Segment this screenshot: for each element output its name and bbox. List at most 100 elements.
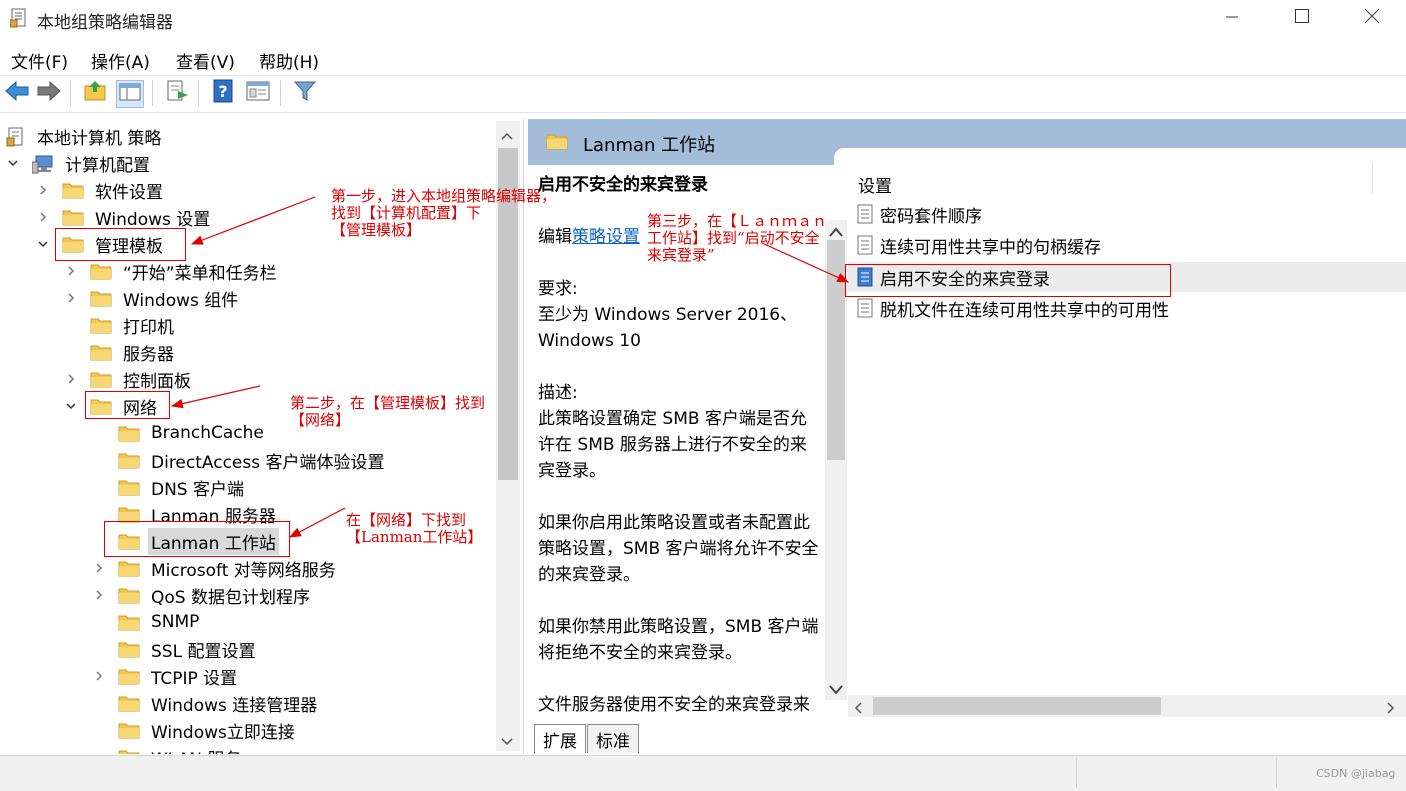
computer-icon [31, 154, 54, 174]
tree-item-windows-components[interactable]: Windows 组件 [64, 285, 241, 311]
annotation-line: 第一步，进入本地组策略编辑器， [331, 187, 557, 205]
tree-item-microsoft-p2p[interactable]: Microsoft 对等网络服务 [92, 555, 339, 581]
tree-item-dns-client[interactable]: DNS 客户端 [92, 474, 247, 500]
description-block: 描述: 此策略设置确定 SMB 客户端是否允许在 SMB 服务器上进行不安全的来宾… [538, 380, 823, 484]
menu-file[interactable]: 文件(F) [11, 48, 68, 73]
toolbar-separator [70, 80, 71, 106]
scroll-up-icon[interactable] [500, 126, 514, 145]
tree-label: DirectAccess 客户端体验设置 [151, 452, 385, 473]
chevron-right-icon[interactable] [92, 588, 106, 602]
properties-button[interactable] [245, 80, 271, 106]
tree-label: 打印机 [123, 317, 174, 338]
folder-icon [62, 208, 84, 226]
tree-item-root[interactable]: 本地计算机 策略 [6, 123, 164, 149]
tree-item-printers[interactable]: 打印机 [64, 312, 177, 338]
forward-button[interactable] [36, 80, 62, 106]
annotation-step3: 第三步，在【Ｌａｎｍａｎ 工作站】找到“启动不安全 来宾登录” [647, 213, 827, 264]
tab-standard[interactable]: 标准 [587, 724, 639, 753]
setting-row-cipher-suite[interactable]: 密码套件顺序 [856, 200, 982, 228]
help-button[interactable]: ? [210, 79, 236, 106]
tree-item-control-panel[interactable]: 控制面板 [64, 366, 194, 392]
tree-item-start-menu[interactable]: “开始”菜单和任务栏 [64, 258, 280, 284]
menu-view[interactable]: 查看(V) [176, 48, 235, 73]
chevron-right-icon[interactable] [64, 264, 78, 278]
tree-label: BranchCache [151, 423, 264, 443]
scroll-up-icon[interactable] [828, 223, 844, 242]
chevron-down-icon[interactable] [36, 237, 50, 251]
highlight-box-insecure-guest-logon [845, 264, 1171, 297]
tree-item-windows-connection-manager[interactable]: Windows 连接管理器 [92, 690, 320, 716]
scroll-down-icon[interactable] [828, 681, 844, 700]
chevron-right-icon[interactable] [92, 561, 106, 575]
minimize-button[interactable] [1197, 0, 1267, 36]
tree-label: 控制面板 [123, 371, 191, 392]
tree-item-qos[interactable]: QoS 数据包计划程序 [92, 582, 313, 608]
chevron-down-icon[interactable] [64, 399, 78, 413]
settings-column-header[interactable]: 设置 [858, 172, 892, 197]
tree-label: SSL 配置设置 [151, 641, 256, 662]
scroll-right-icon[interactable] [1386, 700, 1396, 719]
up-one-level-button[interactable] [82, 80, 108, 106]
show-tree-icon [119, 82, 141, 106]
export-list-button[interactable] [164, 80, 190, 106]
status-bar [0, 755, 1406, 791]
folder-icon [118, 559, 140, 577]
menu-action[interactable]: 操作(A) [91, 48, 150, 73]
setting-row-offline-files[interactable]: 脱机文件在连续可用性共享中的可用性 [856, 294, 1169, 322]
annotation-step4: 在【网络】下找到 【Lanman工作站】 [346, 512, 482, 546]
chevron-right-icon[interactable] [92, 669, 106, 683]
annotation-line: 【管理模板】 [331, 221, 422, 239]
description-scrollbar-thumb[interactable] [827, 240, 845, 460]
edit-policy-link[interactable]: 策略设置 [572, 227, 640, 247]
chevron-right-icon[interactable] [64, 372, 78, 386]
policy-setting-icon [856, 235, 874, 255]
tree-item-ssl[interactable]: SSL 配置设置 [92, 636, 258, 662]
chevron-right-icon[interactable] [36, 183, 50, 197]
minimize-icon [1225, 9, 1239, 28]
tree-item-directaccess[interactable]: DirectAccess 客户端体验设置 [92, 447, 388, 473]
tree-label: Windows立即连接 [151, 722, 295, 743]
filter-icon [293, 80, 317, 106]
menu-help[interactable]: 帮助(H) [259, 48, 319, 73]
scroll-down-icon[interactable] [500, 732, 514, 751]
annotation-line: 第二步，在【管理模板】找到 [290, 394, 486, 412]
show-hide-tree-button[interactable] [116, 80, 144, 108]
tree-item-wlan[interactable]: WLAN 服务 [92, 744, 244, 754]
description-enable: 如果你启用此策略设置或者未配置此策略设置，SMB 客户端将允许不安全的来宾登录。 [538, 513, 819, 585]
back-button[interactable] [4, 80, 30, 106]
chevron-down-icon[interactable] [6, 156, 20, 170]
tree-label: Windows 设置 [95, 209, 211, 230]
maximize-button[interactable] [1267, 0, 1337, 36]
close-icon [1364, 8, 1380, 28]
tree-label: 服务器 [123, 344, 174, 365]
close-button[interactable] [1337, 0, 1406, 36]
highlight-box-network [85, 391, 170, 419]
tree-item-tcpip[interactable]: TCPIP 设置 [92, 663, 240, 689]
tree-item-branchcache[interactable]: BranchCache [92, 420, 267, 446]
folder-icon [118, 424, 140, 442]
forward-arrow-icon [36, 80, 62, 106]
tree-item-computer-config[interactable]: 计算机配置 [6, 150, 153, 176]
tree-item-windows-settings[interactable]: Windows 设置 [36, 204, 213, 230]
folder-icon [118, 748, 140, 754]
tree-label: 计算机配置 [65, 155, 150, 176]
setting-row-handle-cache[interactable]: 连续可用性共享中的句柄缓存 [856, 231, 1101, 259]
tree-item-server[interactable]: 服务器 [64, 339, 177, 365]
chevron-right-icon[interactable] [64, 291, 78, 305]
highlight-box-lanman-workstation [104, 521, 290, 557]
setting-label: 脱机文件在连续可用性共享中的可用性 [880, 300, 1169, 321]
tree-item-snmp[interactable]: SNMP [92, 609, 202, 635]
tree-label: DNS 客户端 [151, 479, 245, 500]
folder-icon [118, 478, 140, 496]
scroll-left-icon[interactable] [853, 700, 863, 719]
title-bar [0, 0, 1406, 38]
toolbar-separator [280, 80, 281, 106]
filter-button[interactable] [292, 80, 318, 106]
tree-item-software-settings[interactable]: 软件设置 [36, 177, 166, 203]
tree-item-windows-instant-connect[interactable]: Windows立即连接 [92, 717, 298, 743]
setting-label: 连续可用性共享中的句柄缓存 [880, 237, 1101, 258]
tab-extended[interactable]: 扩展 [534, 724, 586, 753]
settings-horizontal-scrollbar-thumb[interactable] [873, 697, 1161, 715]
chevron-right-icon[interactable] [36, 210, 50, 224]
folder-icon [118, 667, 140, 685]
